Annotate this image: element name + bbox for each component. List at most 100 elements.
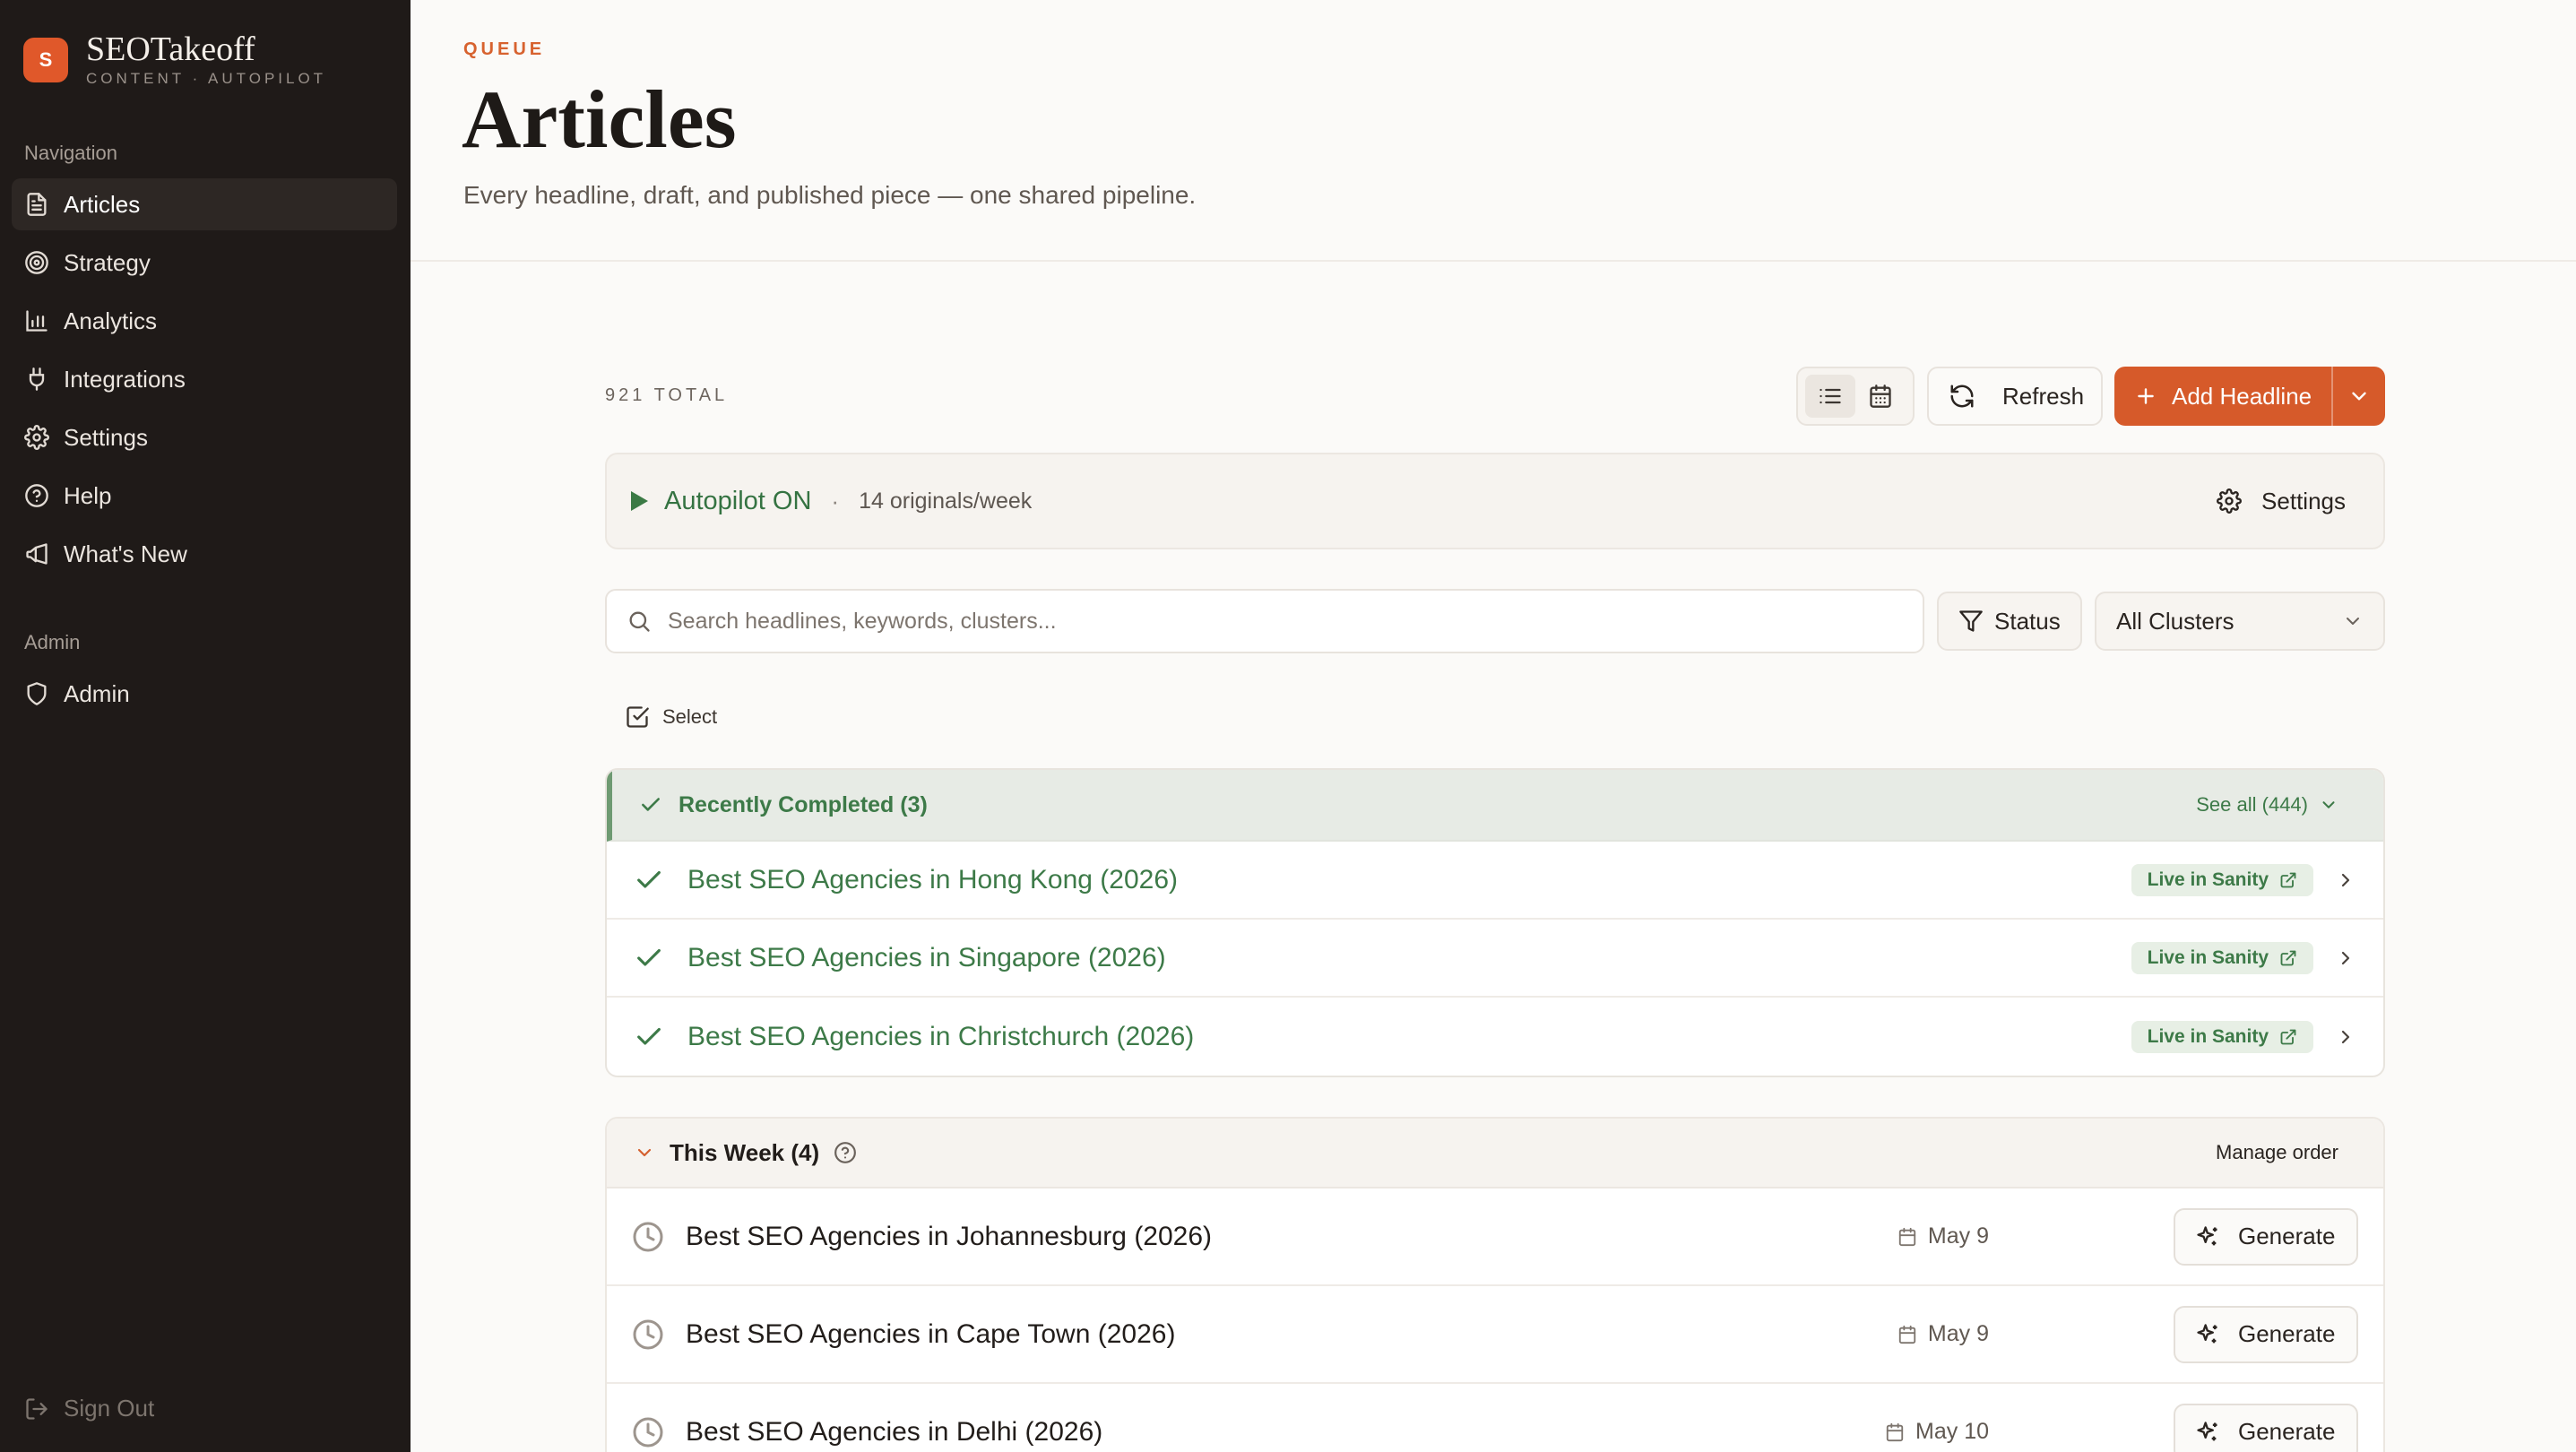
sidebar-item-help[interactable]: Help [12,470,397,522]
brand-name: SEOTakeoff [86,30,255,68]
scheduled-date-label: May 10 [1915,1419,1989,1444]
sign-out-label: Sign Out [64,1395,155,1422]
sidebar-item-strategy[interactable]: Strategy [12,237,397,289]
sidebar-item-analytics[interactable]: Analytics [12,295,397,347]
plus-icon [2138,388,2154,404]
chevron-right-icon[interactable] [2335,1026,2356,1048]
gear-icon [2217,488,2243,514]
sidebar-item-label: What's New [64,540,187,567]
add-headline-dropdown[interactable] [2333,385,2385,408]
group-title: This Week (4) [670,1138,820,1166]
cluster-select[interactable]: All Clusters [2095,592,2385,651]
chevron-down-icon [2322,801,2335,808]
list-item[interactable]: Best SEO Agencies in Christchurch (2026)… [607,998,2383,1076]
see-all-button[interactable]: See all (444) [2196,793,2338,817]
scheduled-date[interactable]: May 9 [1897,1223,1989,1249]
list-item[interactable]: Best SEO Agencies in Hong Kong (2026) Li… [607,842,2383,920]
shield-icon [27,682,47,705]
scheduled-date[interactable]: May 9 [1897,1321,1989,1347]
live-badge[interactable]: Live in Sanity [2131,1020,2313,1053]
list-item[interactable]: Best SEO Agencies in Cape Town (2026) Ma… [607,1286,2383,1384]
clock-icon [633,1319,663,1349]
recently-completed-header[interactable]: Recently Completed (3) See all (444) [607,770,2383,842]
sign-out-button[interactable]: Sign Out [24,1395,154,1422]
generate-button[interactable]: Generate [2174,1403,2358,1452]
article-title: Best SEO Agencies in Singapore (2026) [687,942,1166,972]
article-title: Best SEO Agencies in Delhi (2026) [686,1416,1103,1447]
list-item[interactable]: Best SEO Agencies in Delhi (2026) May 10… [607,1384,2383,1452]
article-title: Best SEO Agencies in Cape Town (2026) [686,1318,1176,1349]
calendar-view-button[interactable] [1855,375,1906,418]
generate-button[interactable]: Generate [2174,1305,2358,1363]
sidebar-item-integrations[interactable]: Integrations [12,353,397,405]
sidebar-item-label: Strategy [64,248,151,276]
status-filter-label: Status [1994,607,2061,635]
megaphone-icon [26,543,48,565]
chevron-down-icon [2352,392,2366,401]
list-item[interactable]: Best SEO Agencies in Singapore (2026) Li… [607,920,2383,998]
calendar-icon [1886,1422,1904,1441]
checkbox-icon [627,706,649,728]
clock-icon [633,1222,663,1251]
article-title: Best SEO Agencies in Johannesburg (2026) [686,1221,1213,1251]
add-headline-group: Add Headline [2114,367,2385,426]
generate-label: Generate [2238,1223,2336,1249]
calendar-icon [1898,1227,1916,1246]
list-view-button[interactable] [1805,375,1855,418]
chevron-right-icon[interactable] [2335,947,2356,969]
list-icon [1820,388,1841,404]
check-icon [637,1027,661,1045]
nav-heading: Navigation [24,142,117,164]
recently-completed-group: Recently Completed (3) See all (444) Bes… [605,768,2385,1077]
status-filter-button[interactable]: Status [1937,592,2082,651]
this-week-group: This Week (4) Manage order Best SEO Agen… [605,1117,2385,1452]
brand-tagline: CONTENT · AUTOPILOT [86,70,327,87]
view-toggle [1796,367,1915,426]
article-title: Best SEO Agencies in Hong Kong (2026) [687,864,1179,895]
brand[interactable]: S SEOTakeoff CONTENT · AUTOPILOT [23,32,326,88]
refresh-button[interactable]: Refresh [1927,367,2103,426]
sparkles-icon [2197,1323,2217,1343]
article-title: Best SEO Agencies in Christchurch (2026) [687,1021,1195,1051]
live-badge[interactable]: Live in Sanity [2131,941,2313,974]
autopilot-status[interactable]: Autopilot ON [664,487,811,516]
chevron-down-icon [2347,618,2359,625]
sidebar-item-label: Articles [64,190,141,218]
gear-icon [24,425,49,450]
sidebar-item-admin[interactable]: Admin [12,668,397,720]
search-icon [629,611,650,632]
help-circle-icon[interactable] [834,1141,857,1164]
log-out-icon [26,1397,48,1420]
sidebar-item-label: Analytics [64,307,158,334]
sidebar-item-whats-new[interactable]: What's New [12,528,397,580]
sparkles-icon [2197,1421,2217,1440]
clock-icon [633,1417,663,1447]
this-week-header[interactable]: This Week (4) Manage order [607,1119,2383,1188]
live-badge-label: Live in Sanity [2147,946,2269,968]
autopilot-settings-button[interactable]: Settings [2217,454,2346,548]
live-badge-label: Live in Sanity [2147,869,2269,890]
live-badge[interactable]: Live in Sanity [2131,863,2313,896]
sidebar-item-articles[interactable]: Articles [12,178,397,230]
list-item[interactable]: Best SEO Agencies in Johannesburg (2026)… [607,1188,2383,1286]
sidebar-item-settings[interactable]: Settings [12,411,397,463]
add-headline-button[interactable]: Add Headline [2114,367,2333,426]
brand-logo: S [23,38,68,82]
select-mode-button[interactable]: Select [625,704,717,730]
autopilot-bar: Autopilot ON · 14 originals/week Setting… [605,453,2385,549]
chevron-right-icon[interactable] [2335,869,2356,891]
sidebar: S SEOTakeoff CONTENT · AUTOPILOT Navigat… [0,0,411,1452]
document-icon [27,193,47,216]
chevron-down-icon [637,1148,652,1157]
external-link-icon [2280,1029,2296,1044]
admin-heading: Admin [24,631,81,653]
autopilot-settings-label: Settings [2261,487,2346,514]
scheduled-date[interactable]: May 10 [1885,1419,1989,1445]
external-link-icon [2280,872,2296,887]
check-icon [642,798,660,811]
live-badge-label: Live in Sanity [2147,1025,2269,1047]
search-input[interactable] [668,608,1833,635]
sidebar-item-label: Admin [64,679,130,707]
generate-button[interactable]: Generate [2174,1207,2358,1266]
manage-order-button[interactable]: Manage order [2216,1141,2338,1164]
